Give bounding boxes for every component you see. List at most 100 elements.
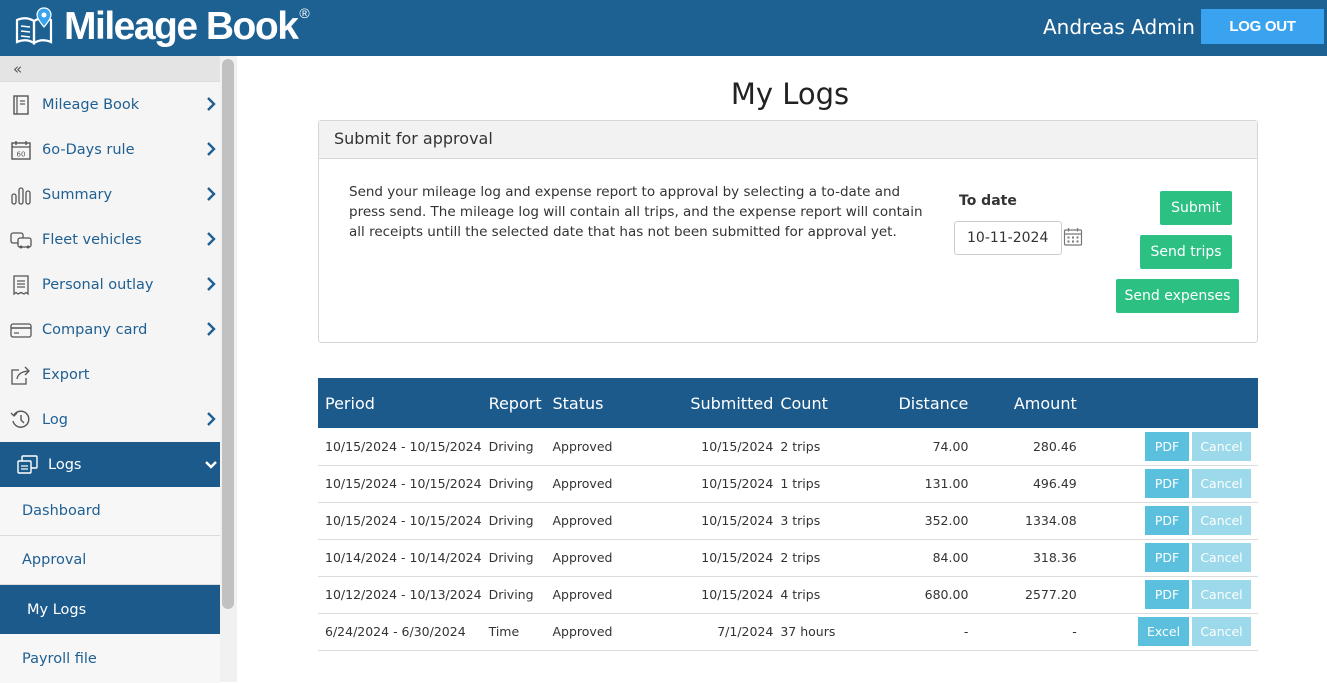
column-header-count[interactable]: Count: [773, 378, 840, 428]
cell-period: 10/12/2024 - 10/13/2024: [318, 576, 482, 614]
sidebar-collapse-toggle[interactable]: «: [0, 56, 220, 82]
cell-report: Driving: [481, 539, 546, 577]
cell-actions: PDF Cancel: [1076, 539, 1258, 577]
cell-count: 2 trips: [773, 428, 840, 466]
submit-approval-panel: Submit for approval Send your mileage lo…: [318, 120, 1258, 343]
send-trips-button[interactable]: Send trips: [1140, 235, 1232, 269]
book-pin-logo-icon: [15, 7, 53, 45]
cell-amount: -: [968, 613, 1077, 651]
chevron-right-icon: [207, 187, 216, 201]
cell-report: Driving: [481, 465, 546, 503]
cell-period: 10/15/2024 - 10/15/2024: [318, 465, 482, 503]
column-header-amount[interactable]: Amount: [968, 378, 1077, 428]
column-header-status[interactable]: Status: [545, 378, 634, 428]
cell-submitted: 10/15/2024: [633, 502, 774, 540]
cell-distance: 352.00: [839, 502, 969, 540]
sidebar-item-mileage-book[interactable]: Mileage Book: [0, 82, 220, 127]
top-header: Mileage Book ® Andreas Admin LOG OUT: [0, 0, 1327, 56]
table-row: 10/15/2024 - 10/15/2024 Driving Approved…: [318, 465, 1258, 503]
history-icon: [10, 409, 32, 431]
cancel-button[interactable]: Cancel: [1192, 469, 1251, 498]
sidebar-item-60-days-rule[interactable]: 60 6o-Days rule: [0, 127, 220, 172]
receipt-icon: [10, 274, 32, 296]
cancel-button[interactable]: Cancel: [1192, 506, 1251, 535]
sidebar-item-label: Logs: [48, 456, 82, 473]
page-title: My Logs: [730, 77, 850, 111]
cell-submitted: 10/15/2024: [633, 428, 774, 466]
submit-button[interactable]: Submit: [1160, 191, 1232, 225]
send-expenses-button[interactable]: Send expenses: [1116, 279, 1239, 313]
user-name: Andreas Admin: [1043, 15, 1195, 39]
cancel-button[interactable]: Cancel: [1192, 431, 1251, 461]
panel-description: Send your mileage log and expense report…: [349, 184, 923, 240]
sidebar-item-company-card[interactable]: Company card: [0, 307, 220, 352]
to-date-input[interactable]: [954, 221, 1062, 255]
sidebar-item-label: 6o-Days rule: [42, 141, 135, 158]
cell-actions: Excel Cancel: [1076, 613, 1258, 651]
chevron-right-icon: [207, 277, 216, 291]
chevron-right-icon: [207, 322, 216, 336]
to-date-label: To date: [959, 193, 1017, 209]
logout-button[interactable]: LOG OUT: [1201, 9, 1324, 44]
cell-status: Approved: [545, 428, 634, 466]
panel-heading: Submit for approval: [319, 121, 1257, 159]
sidebar-item-export[interactable]: Export: [0, 352, 220, 397]
bar-chart-icon: [10, 184, 32, 206]
cell-period: 10/15/2024 - 10/15/2024: [318, 502, 482, 540]
cell-distance: 680.00: [839, 576, 969, 614]
logo-registered-mark: ®: [299, 5, 310, 21]
sidebar-scrollbar-thumb[interactable]: [222, 59, 234, 609]
book-icon: [10, 94, 32, 116]
cell-period: 6/24/2024 - 6/30/2024: [318, 613, 482, 651]
cell-actions: PDF Cancel: [1076, 576, 1258, 614]
sidebar-item-summary[interactable]: Summary: [0, 172, 220, 217]
table-row: 10/15/2024 - 10/15/2024 Driving Approved…: [318, 428, 1258, 466]
column-header-report[interactable]: Report: [481, 378, 546, 428]
cell-submitted: 10/15/2024: [633, 465, 774, 503]
sidebar-subitem-dashboard[interactable]: Dashboard: [0, 487, 220, 536]
table-row: 10/14/2024 - 10/14/2024 Driving Approved…: [318, 539, 1258, 577]
sidebar-item-personal-outlay[interactable]: Personal outlay: [0, 262, 220, 307]
table-row: 10/15/2024 - 10/15/2024 Driving Approved…: [318, 502, 1258, 540]
chevron-down-icon: [205, 461, 217, 469]
pdf-button[interactable]: PDF: [1145, 506, 1189, 535]
excel-button[interactable]: Excel: [1138, 617, 1189, 646]
sidebar: « Mileage Book 60 6o-Days rule Summary F…: [0, 56, 220, 683]
sidebar-item-logs[interactable]: Logs: [0, 442, 220, 487]
calendar-icon[interactable]: [1063, 227, 1083, 247]
sidebar-item-log[interactable]: Log: [0, 397, 220, 442]
cell-count: 3 trips: [773, 502, 840, 540]
calendar-60-icon: 60: [10, 139, 32, 161]
cell-status: Approved: [545, 465, 634, 503]
column-header-period[interactable]: Period: [318, 378, 482, 428]
sidebar-item-fleet-vehicles[interactable]: Fleet vehicles: [0, 217, 220, 262]
cell-amount: 280.46: [968, 428, 1077, 466]
cell-report: Driving: [481, 428, 546, 466]
pdf-button[interactable]: PDF: [1145, 469, 1189, 498]
cell-report: Time: [481, 613, 546, 651]
logo[interactable]: Mileage Book ®: [14, 3, 310, 51]
chevron-right-icon: [207, 412, 216, 426]
cancel-button[interactable]: Cancel: [1192, 617, 1251, 646]
cancel-button[interactable]: Cancel: [1192, 580, 1251, 609]
cancel-button[interactable]: Cancel: [1192, 543, 1251, 572]
vehicles-icon: [10, 229, 32, 251]
cell-distance: 84.00: [839, 539, 969, 577]
sidebar-item-label: Export: [42, 366, 90, 383]
cell-period: 10/15/2024 - 10/15/2024: [318, 428, 482, 466]
column-header-submitted[interactable]: Submitted: [633, 378, 774, 428]
pdf-button[interactable]: PDF: [1145, 543, 1189, 572]
cell-submitted: 10/15/2024: [633, 539, 774, 577]
pdf-button[interactable]: PDF: [1145, 431, 1189, 461]
sidebar-item-label: Summary: [42, 186, 113, 203]
column-header-distance[interactable]: Distance: [839, 378, 969, 428]
sidebar-item-label: Mileage Book: [42, 96, 140, 113]
sidebar-subitem-approval[interactable]: Approval: [0, 536, 220, 585]
export-icon: [10, 364, 32, 386]
table-header-row: Period Report Status Submitted Count Dis…: [318, 378, 1258, 428]
cell-count: 2 trips: [773, 539, 840, 577]
sidebar-subitem-my-logs[interactable]: My Logs: [0, 585, 220, 634]
pdf-button[interactable]: PDF: [1145, 580, 1189, 609]
sidebar-subitem-payroll-file[interactable]: Payroll file: [0, 634, 220, 683]
cell-distance: -: [839, 613, 969, 651]
